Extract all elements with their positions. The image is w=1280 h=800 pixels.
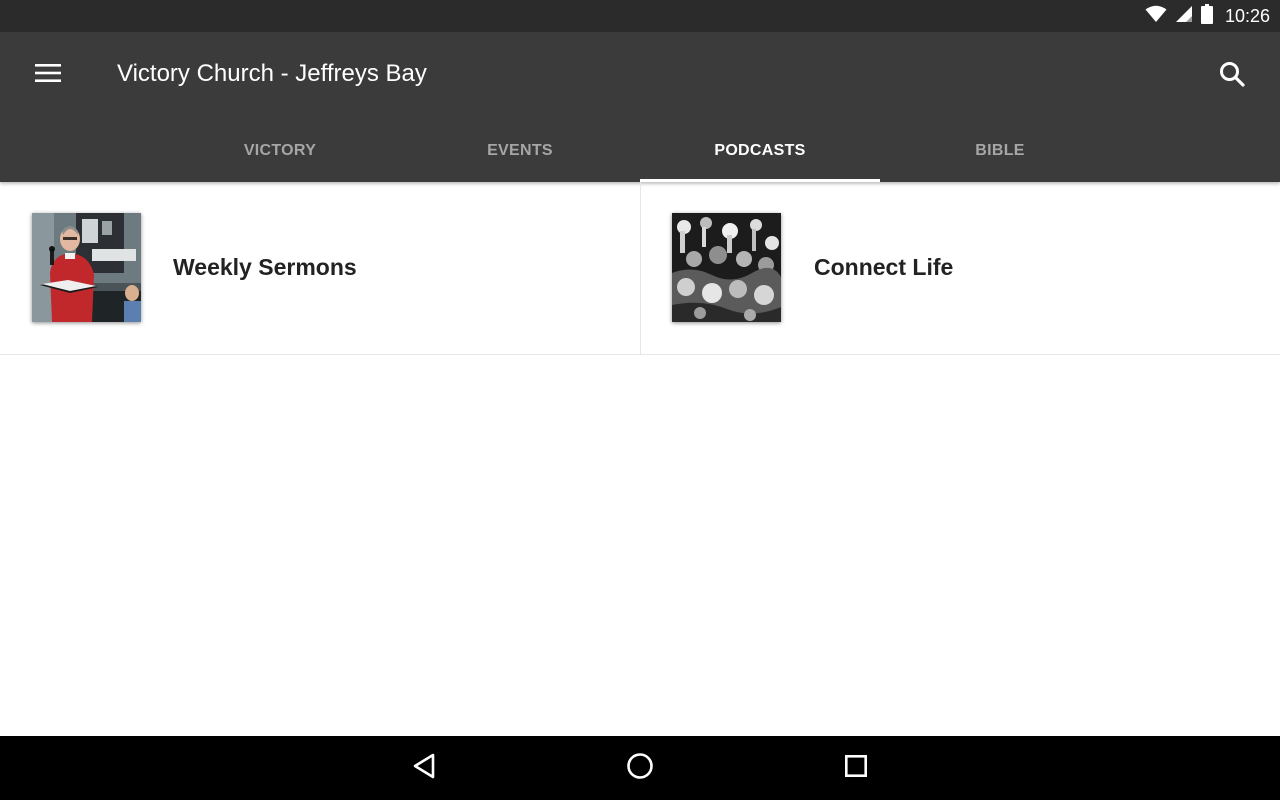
preacher-photo xyxy=(32,213,141,322)
tab-bible[interactable]: BIBLE xyxy=(880,120,1120,182)
podcast-card-connect-life[interactable]: Connect Life xyxy=(640,182,1280,354)
podcast-grid: Weekly Sermons Connect Life xyxy=(0,182,1280,355)
battery-icon xyxy=(1200,3,1213,29)
system-nav-bar xyxy=(0,736,1280,800)
home-button[interactable] xyxy=(620,748,660,788)
tab-label: PODCASTS xyxy=(714,142,806,159)
recents-button[interactable] xyxy=(836,748,876,788)
signal-icon xyxy=(1175,5,1193,28)
tab-label: BIBLE xyxy=(975,142,1025,159)
back-button[interactable] xyxy=(404,748,444,788)
status-time: 10:26 xyxy=(1224,5,1270,26)
search-button[interactable] xyxy=(1212,56,1252,96)
podcast-title: Weekly Sermons xyxy=(173,254,357,280)
tab-label: EVENTS xyxy=(487,142,553,159)
menu-icon xyxy=(35,63,61,87)
status-icons: 10:26 xyxy=(1145,0,1270,32)
home-icon xyxy=(626,752,654,785)
podcast-title: Connect Life xyxy=(814,254,954,280)
podcast-card-weekly-sermons[interactable]: Weekly Sermons xyxy=(0,182,640,354)
status-bar: 10:26 xyxy=(0,0,1280,32)
back-icon xyxy=(411,752,437,785)
tab-events[interactable]: EVENTS xyxy=(400,120,640,182)
recents-icon xyxy=(844,754,868,783)
tab-label: VICTORY xyxy=(243,142,317,159)
podcasts-content: Weekly Sermons Connect Life xyxy=(0,182,1280,736)
app-bar: Victory Church - Jeffreys Bay VICTORY EV… xyxy=(0,32,1280,182)
search-icon xyxy=(1219,61,1245,92)
tab-victory[interactable]: VICTORY xyxy=(160,120,400,182)
worship-crowd-photo xyxy=(672,213,781,322)
wifi-icon xyxy=(1145,5,1167,28)
tab-bar: VICTORY EVENTS PODCASTS BIBLE xyxy=(160,120,1120,182)
app-title: Victory Church - Jeffreys Bay xyxy=(117,60,427,87)
tab-podcasts[interactable]: PODCASTS xyxy=(640,120,880,182)
menu-button[interactable] xyxy=(24,58,72,92)
